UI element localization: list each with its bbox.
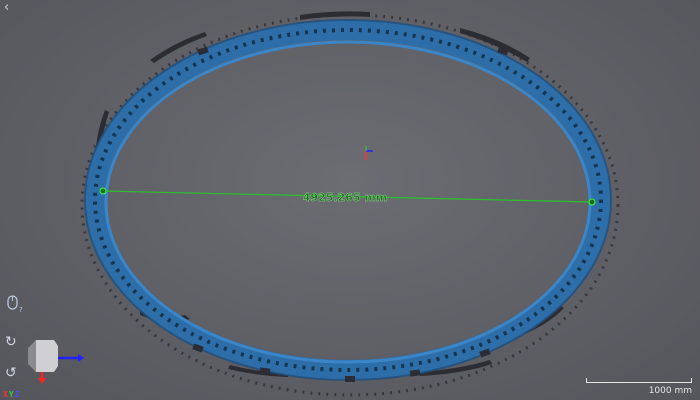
scale-bar-line [586, 378, 692, 383]
view-cube-icon[interactable] [22, 336, 84, 384]
rotate-ccw-icon[interactable]: ↺ [5, 365, 17, 381]
mouse-help-icon[interactable]: ? [6, 294, 24, 314]
rotate-cw-icon[interactable]: ↻ [5, 334, 17, 350]
scale-bar-label: 1000 mm [648, 386, 692, 396]
axis-labels: XYZ [3, 390, 20, 399]
measure-point-end[interactable] [588, 198, 596, 206]
3d-viewport[interactable]: 4925.265 mm [0, 0, 700, 400]
distance-measurement[interactable]: 4925.265 mm [99, 187, 596, 206]
origin-gizmo [365, 146, 373, 160]
svg-text:?: ? [19, 306, 23, 314]
scale-bar: 1000 mm [586, 378, 692, 396]
back-icon[interactable]: ‹ [4, 1, 9, 15]
ring-tabs [192, 46, 509, 382]
measure-label: 4925.265 mm [303, 191, 388, 204]
measure-point-start[interactable] [99, 187, 107, 195]
axis-z-label: Z [14, 390, 21, 399]
